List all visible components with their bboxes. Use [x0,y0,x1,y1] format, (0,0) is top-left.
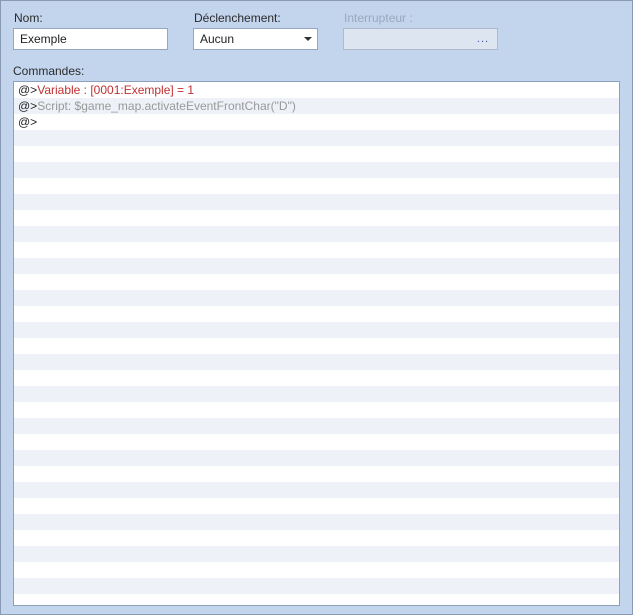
command-row[interactable] [14,418,619,434]
name-label: Nom: [13,11,168,25]
command-row[interactable]: @>Script: $game_map.activateEventFrontCh… [14,98,619,114]
command-row[interactable] [14,226,619,242]
command-row[interactable]: @>Variable : [0001:Exemple] = 1 [14,82,619,98]
command-row[interactable] [14,450,619,466]
switch-input: ... [343,28,498,50]
command-row[interactable] [14,258,619,274]
command-prefix: @> [18,83,37,97]
trigger-select-value: Aucun [193,28,318,50]
name-field-group: Nom: [13,11,168,50]
commands-label: Commandes: [13,64,620,78]
name-input[interactable] [13,28,168,50]
command-row[interactable] [14,546,619,562]
command-row[interactable] [14,514,619,530]
command-prefix: @> [18,99,37,113]
command-row[interactable] [14,130,619,146]
command-row[interactable] [14,402,619,418]
command-row[interactable] [14,274,619,290]
command-row[interactable] [14,290,619,306]
command-row[interactable] [14,594,619,606]
command-row[interactable] [14,434,619,450]
switch-browse-button: ... [473,31,493,47]
switch-field-group: Interrupteur : ... [343,11,498,50]
command-row[interactable]: @> [14,114,619,130]
command-row[interactable] [14,146,619,162]
header-form-row: Nom: Déclenchement: Aucun Interrupteur :… [13,11,620,50]
command-row[interactable] [14,178,619,194]
command-row[interactable] [14,242,619,258]
command-row[interactable] [14,194,619,210]
command-script-text: Script: $game_map.activateEventFrontChar… [37,99,296,113]
command-row[interactable] [14,386,619,402]
command-row[interactable] [14,562,619,578]
command-row[interactable] [14,162,619,178]
command-row[interactable] [14,322,619,338]
command-row[interactable] [14,578,619,594]
trigger-field-group: Déclenchement: Aucun [193,11,318,50]
command-variable-text: Variable : [0001:Exemple] = 1 [37,83,194,97]
command-row[interactable] [14,210,619,226]
event-page-panel: Nom: Déclenchement: Aucun Interrupteur :… [0,0,633,615]
command-row[interactable] [14,530,619,546]
command-prefix: @> [18,115,37,129]
command-row[interactable] [14,370,619,386]
trigger-label: Déclenchement: [193,11,318,25]
switch-label: Interrupteur : [343,11,498,25]
command-row[interactable] [14,498,619,514]
command-row[interactable] [14,466,619,482]
command-row[interactable] [14,338,619,354]
commands-list[interactable]: @>Variable : [0001:Exemple] = 1@>Script:… [13,81,620,606]
command-row[interactable] [14,306,619,322]
trigger-select[interactable]: Aucun [193,28,318,50]
command-row[interactable] [14,354,619,370]
command-row[interactable] [14,482,619,498]
